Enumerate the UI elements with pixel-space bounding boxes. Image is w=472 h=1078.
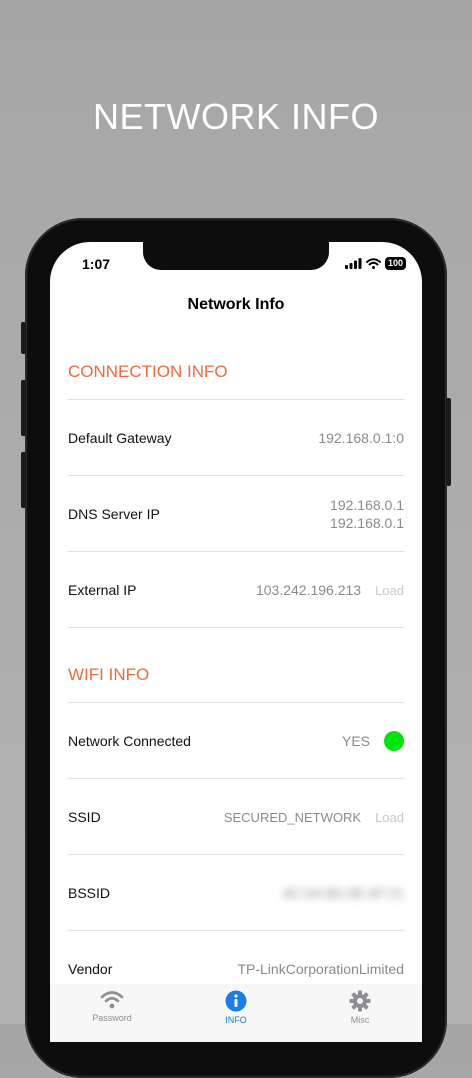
row-bssid: BSSID 6C:5A:B0:3E:4F:21: [68, 854, 404, 931]
external-ip-label: External IP: [68, 582, 137, 598]
battery-icon: 100: [384, 257, 406, 270]
row-dns-server-ip: DNS Server IP 192.168.0.1 192.168.0.1: [68, 475, 404, 552]
connection-info-header: CONNECTION INFO: [68, 362, 228, 381]
hero-title: NETWORK INFO: [93, 96, 379, 137]
row-network-connected: Network Connected YES: [68, 702, 404, 779]
mute-switch: [21, 322, 26, 354]
wifi-status-icon: [365, 258, 381, 269]
info-icon: [225, 990, 247, 1012]
volume-down-button: [21, 452, 26, 508]
ssid-load-button[interactable]: Load: [375, 810, 404, 825]
cellular-signal-icon: [344, 258, 362, 269]
wifi-icon: [100, 991, 124, 1009]
external-ip-load-button[interactable]: Load: [375, 583, 404, 598]
volume-up-button: [21, 380, 26, 436]
dns-server-ip-secondary: 192.168.0.1: [330, 515, 404, 531]
row-external-ip: External IP 103.242.196.213 Load: [68, 551, 404, 628]
ssid-label: SSID: [68, 809, 101, 825]
vendor-value: TP-LinkCorporationLimited: [237, 961, 404, 977]
gear-icon: [349, 990, 371, 1012]
divider: [68, 627, 404, 628]
wifi-info-header: WIFI INFO: [68, 665, 150, 684]
dns-server-ip-label: DNS Server IP: [68, 506, 160, 522]
tab-info[interactable]: INFO: [174, 984, 298, 1042]
row-default-gateway: Default Gateway 192.168.0.1:0: [68, 399, 404, 476]
connection-status-indicator: [384, 731, 404, 751]
power-button: [446, 398, 451, 486]
vendor-label: Vendor: [68, 961, 113, 977]
page-title: Network Info: [187, 296, 285, 313]
dns-server-ip-value: 192.168.0.1 192.168.0.1: [330, 496, 404, 532]
tab-password[interactable]: Password: [50, 984, 174, 1042]
network-connected-label: Network Connected: [68, 733, 191, 749]
default-gateway-label: Default Gateway: [68, 430, 172, 446]
status-time: 1:07: [82, 256, 111, 272]
default-gateway-value: 192.168.0.1:0: [318, 430, 404, 446]
status-icons: 100: [344, 257, 406, 270]
bssid-value: 6C:5A:B0:3E:4F:21: [283, 885, 404, 901]
tab-misc[interactable]: Misc: [298, 984, 422, 1042]
external-ip-value: 103.242.196.213: [255, 582, 362, 598]
tab-password-label: Password: [92, 1013, 132, 1023]
tab-bar: Password INFO Misc: [50, 984, 422, 1042]
bssid-label: BSSID: [68, 885, 111, 901]
notch: [143, 242, 329, 270]
network-connected-value: YES: [341, 733, 370, 749]
row-ssid: SSID SECURED_NETWORK Load: [68, 778, 404, 855]
ssid-value: SECURED_NETWORK: [223, 809, 362, 825]
dns-server-ip-primary: 192.168.0.1: [330, 497, 404, 513]
app-screen: 1:07 100 Network Info CONNECTION INFO De…: [50, 242, 422, 1042]
